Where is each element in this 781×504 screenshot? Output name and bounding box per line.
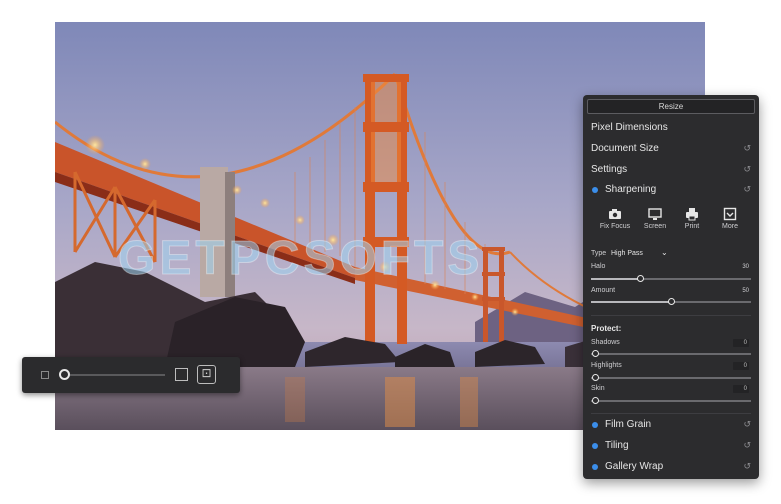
resize-button[interactable]: Resize	[587, 99, 755, 114]
section-gallery-wrap[interactable]: Gallery Wrap ↺	[583, 457, 759, 477]
section-label: Document Size	[591, 143, 659, 154]
halo-value[interactable]: 30	[733, 264, 749, 270]
halo-slider-fill	[591, 278, 639, 280]
section-label: Sharpening	[605, 184, 657, 195]
monitor-icon	[648, 208, 662, 220]
amount-label: Amount	[591, 287, 616, 294]
protect-label: Protect:	[591, 324, 622, 333]
amount-slider-fill	[591, 301, 671, 303]
halo-label: Halo	[591, 263, 606, 270]
section-sharpening[interactable]: Sharpening ↺	[583, 180, 759, 200]
enabled-dot-icon[interactable]	[592, 443, 598, 449]
section-pixel-dimensions[interactable]: Pixel Dimensions	[583, 118, 759, 138]
preset-fix-focus[interactable]: Fix Focus	[595, 207, 635, 230]
skin-slider-track[interactable]	[591, 400, 751, 402]
preset-more[interactable]: More	[710, 207, 750, 230]
reset-icon[interactable]: ↺	[743, 160, 751, 180]
printer-icon	[686, 208, 698, 221]
section-document-size[interactable]: Document Size ↺	[583, 139, 759, 159]
more-icon	[723, 207, 737, 221]
camera-icon	[609, 209, 621, 219]
preset-label: Screen	[643, 223, 667, 230]
section-settings[interactable]: Settings ↺	[583, 160, 759, 180]
preset-screen[interactable]: Screen	[635, 207, 675, 230]
highlights-slider-track[interactable]	[591, 377, 751, 379]
section-label: Film Grain	[605, 419, 652, 430]
shadows-label: Shadows	[591, 339, 620, 346]
divider	[591, 413, 751, 414]
section-label: Tiling	[605, 440, 629, 451]
reset-icon[interactable]: ↺	[743, 457, 751, 477]
halo-slider-knob[interactable]	[637, 275, 644, 282]
skin-value[interactable]: 0	[733, 385, 749, 393]
section-label: Pixel Dimensions	[591, 122, 668, 133]
svg-text:GETPCSOFTS: GETPCSOFTS	[118, 232, 483, 285]
zoom-out-icon[interactable]	[41, 371, 49, 379]
type-label: Type	[591, 250, 607, 257]
amount-slider-knob[interactable]	[668, 298, 675, 305]
shadows-slider-knob[interactable]	[592, 350, 599, 357]
reset-icon[interactable]: ↺	[743, 139, 751, 159]
highlights-value[interactable]: 0	[733, 362, 749, 370]
zoom-slider-knob[interactable]	[59, 369, 70, 380]
section-label: Settings	[591, 164, 628, 175]
shadows-slider-track[interactable]	[591, 353, 751, 355]
zoom-slider-track[interactable]	[70, 374, 165, 376]
zoom-toolbar: ⊡	[22, 357, 240, 393]
section-label: Gallery Wrap	[605, 461, 664, 472]
resize-panel: Resize Pixel Dimensions Document Size ↺ …	[583, 95, 759, 479]
enabled-dot-icon[interactable]	[592, 422, 598, 428]
enabled-dot-icon[interactable]	[592, 187, 598, 193]
section-film-grain[interactable]: Film Grain ↺	[583, 415, 759, 435]
enabled-dot-icon[interactable]	[592, 464, 598, 470]
reset-icon[interactable]: ↺	[743, 436, 751, 456]
skin-label: Skin	[591, 385, 605, 392]
preset-label: More	[722, 223, 738, 230]
highlights-slider-knob[interactable]	[592, 374, 599, 381]
watermark-logo: GETPCSOFTS	[118, 232, 483, 286]
skin-slider-knob[interactable]	[592, 397, 599, 404]
zoom-in-icon[interactable]	[175, 368, 188, 381]
divider	[591, 315, 751, 316]
amount-value[interactable]: 50	[733, 288, 749, 294]
chevron-down-icon[interactable]: ⌄	[661, 248, 668, 257]
preset-label: Print	[684, 223, 700, 230]
sharpening-presets: Fix Focus Screen Print More	[583, 207, 759, 237]
preset-print[interactable]: Print	[672, 207, 712, 230]
type-select[interactable]: High Pass	[611, 250, 643, 257]
highlights-label: Highlights	[591, 362, 622, 369]
reset-icon[interactable]: ↺	[743, 415, 751, 435]
shadows-value[interactable]: 0	[733, 339, 749, 347]
fit-to-screen-button[interactable]: ⊡	[197, 365, 216, 384]
preset-label: Fix Focus	[599, 223, 631, 230]
reset-icon[interactable]: ↺	[743, 180, 751, 200]
section-tiling[interactable]: Tiling ↺	[583, 436, 759, 456]
